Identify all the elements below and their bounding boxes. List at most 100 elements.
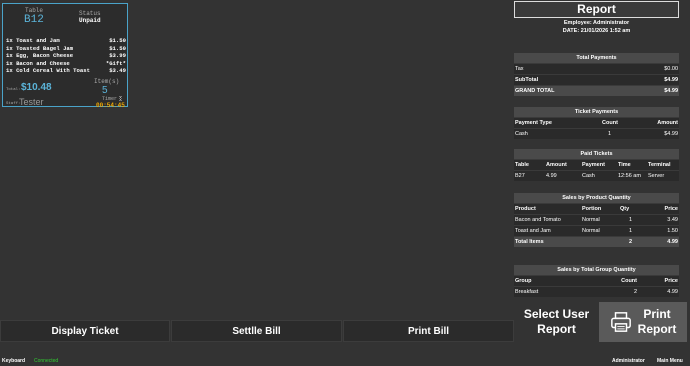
printer-icon [610,312,631,332]
ticket-items: 1x Toast and Jam $1.50 1x Toasted Bagel J… [6,37,126,75]
table-cell: 4.99 [667,239,678,245]
row-label: SubTotal [515,77,539,83]
table-cell: 2 [629,239,633,245]
display-ticket-button[interactable]: Display Ticket [0,320,170,342]
row-value: $4.99 [664,88,678,94]
ticket-item: 1x Toast and Jam $1.50 [6,37,126,45]
item-price: *Gift* [105,59,126,67]
select-user-report-line2: Report [537,322,576,336]
select-user-report-line1: Select User [523,307,590,321]
print-report-button[interactable]: Print Report [599,302,687,342]
item-desc: 1x Bacon and Cheese [6,59,70,67]
table-cell: Toast and Jam [515,228,551,234]
table-header: Payment Type Count Amount [514,117,679,128]
current-user[interactable]: Administrator [612,358,645,364]
main-menu-button[interactable]: Main Menu [657,358,683,364]
column-header: Time [618,162,631,168]
column-header: Table [515,162,529,168]
table-cell [582,237,620,247]
items-count-label: Item(s) [94,78,120,85]
table-cell: 1 [629,228,633,234]
total-label: Total: [6,88,21,92]
table-cell: 4.99 [546,173,557,179]
print-report-line2: Report [637,322,677,336]
connection-status: Connected [34,358,59,364]
item-desc: 1x Cold Cereal With Toast [6,67,90,74]
ticket-item: 1x Bacon and Cheese *Gift* [6,60,126,68]
table-row: Breakfast 2 4.99 [514,286,679,297]
print-bill-button[interactable]: Print Bill [343,320,514,342]
status-bar: Keyboard Connected Administrator Main Me… [0,355,690,366]
table-row: Total Items 2 4.99 [514,236,679,247]
sales-by-product-section: Sales by Product Quantity Product Portion… [514,193,679,247]
table-cell: Cash [582,173,595,179]
settle-bill-button[interactable]: Settlle Bill [171,320,342,342]
column-header: Terminal [648,162,671,168]
table-cell: Total Items [515,239,544,245]
hourglass-icon [119,96,123,101]
table-cell: 12:56 am [618,173,641,179]
column-header: Payment [582,162,605,168]
print-report-label: Print Report [638,307,677,337]
column-header: Portion [582,206,602,212]
table-cell: 3.49 [667,217,678,223]
table-cell: 1.50 [667,228,678,234]
table-cell: 1 [629,217,633,223]
column-header: Count [602,120,618,126]
report-title: Report [514,1,679,18]
table-cell: 4.99 [667,289,678,295]
column-header: Qty [620,206,630,212]
items-count: 5 [102,85,108,96]
table-row: Cash 1 $4.99 [514,128,679,139]
table-cell: $4.99 [664,131,678,137]
ticket-total: $10.48 [21,82,52,93]
pos-screen: Table B12 Status Unpaid 1x Toast and Jam… [0,0,690,366]
ticket-item: 1x Cold Cereal With Toast $3.49 [6,67,126,75]
column-header: Payment Type [515,120,552,126]
row-label: Tax [515,66,524,72]
section-title: Sales by Product Quantity [514,193,679,203]
ticket-item: 1x Egg, Bacon Cheese $3.99 [6,52,126,60]
table-row: SubTotal $4.99 [514,74,679,85]
table-cell: Normal [582,228,600,234]
report-date: DATE: 21/01/2026 1:52 am [562,28,631,34]
table-cell: Cash [515,131,528,137]
section-title: Sales by Total Group Quantity [514,265,679,275]
section-title: Paid Tickets [514,149,679,159]
item-desc: 1x Toasted Bagel Jam [6,44,74,52]
row-value: $0.00 [664,66,678,72]
item-price: $3.49 [109,67,126,74]
table-row: Toast and Jam Normal 1 1.50 [514,225,679,236]
report-panel: Report Employee: Administrator DATE: 21/… [514,1,679,297]
print-report-line1: Print [643,307,671,321]
ticket-timer: 00:54:45 [96,102,125,109]
table-cell: Normal [582,217,600,223]
select-user-report-button[interactable]: Select User Report [515,302,598,342]
row-label: GRAND TOTAL [515,88,555,94]
keyboard-button[interactable]: Keyboard [2,358,25,364]
status-value: Unpaid [79,17,101,24]
item-price: $1.50 [109,37,126,44]
item-price: $1.50 [109,44,126,52]
table-row: Bacon and Tomato Normal 1 3.49 [514,214,679,225]
staff-name: Tester [19,97,44,107]
ticket-payments-section: Ticket Payments Payment Type Count Amount … [514,107,679,139]
table-cell: Breakfast [515,289,539,295]
table-cell: Bacon and Tomato [515,217,561,223]
table-row: B27 4.99 Cash 12:56 am Server [514,170,679,181]
report-employee: Employee: Administrator [563,20,630,26]
column-header: Price [664,206,678,212]
table-header: Group Count Price [514,275,679,286]
table-cell: Server [648,173,665,179]
table-label: Table [25,7,44,14]
row-value: $4.99 [664,77,678,83]
section-title: Ticket Payments [514,107,679,117]
column-header: Product [515,206,536,212]
section-title: Total Payments [514,53,679,63]
table-cell: 2 [633,289,637,295]
ticket-card[interactable]: Table B12 Status Unpaid 1x Toast and Jam… [2,3,128,109]
column-header: Count [621,278,637,284]
table-row: GRAND TOTAL $4.99 [514,85,679,96]
table-row: Tax $0.00 [514,63,679,74]
column-header: Group [515,278,532,284]
